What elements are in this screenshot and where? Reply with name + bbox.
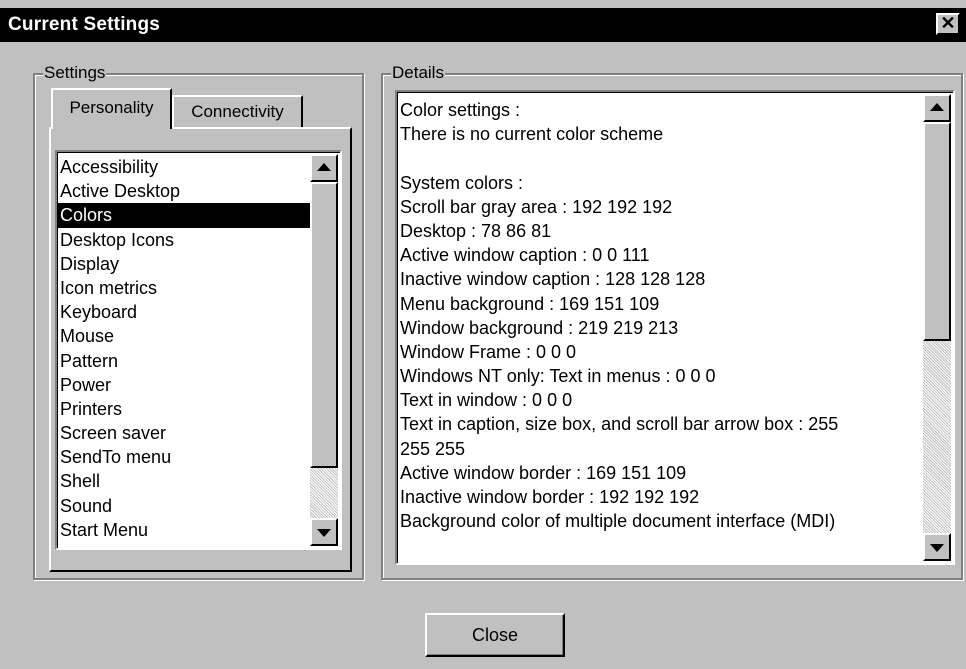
list-item[interactable]: Pattern xyxy=(57,349,310,373)
details-line: Inactive window caption : 128 128 128 xyxy=(400,269,706,290)
list-item[interactable]: Keyboard xyxy=(57,300,310,324)
details-line: Inactive window border : 192 192 192 xyxy=(400,487,700,507)
details-line: Window background : 219 219 213 xyxy=(400,317,679,338)
details-scrollbar[interactable] xyxy=(923,94,951,561)
title-bar[interactable]: Current Settings ✕ xyxy=(0,8,966,42)
settings-list-scrollbar[interactable] xyxy=(310,154,338,546)
list-item[interactable]: Shell xyxy=(57,469,310,493)
window-title: Current Settings xyxy=(8,14,161,35)
details-line: Windows NT only: Text in menus : 0 0 0 xyxy=(400,366,716,387)
details-line: Window Frame : 0 0 0 xyxy=(400,341,577,362)
list-item[interactable]: Start Menu xyxy=(57,518,310,542)
list-item[interactable]: Mouse xyxy=(57,324,310,348)
list-item[interactable]: Sound xyxy=(57,494,310,518)
details-line: Color settings : xyxy=(400,100,521,120)
details-textbox[interactable]: Color settings : There is no current col… xyxy=(395,90,955,565)
list-item-selected[interactable]: Colors xyxy=(57,203,310,228)
list-item[interactable]: Screen saver xyxy=(57,421,310,445)
details-line: Background color of multiple document in… xyxy=(400,511,836,532)
details-line: 255 255 xyxy=(400,438,466,459)
details-line: Desktop : 78 86 81 xyxy=(400,220,552,241)
close-button[interactable]: Close xyxy=(425,613,565,657)
list-item[interactable]: Icon metrics xyxy=(57,276,310,300)
arrow-down-icon xyxy=(930,544,944,552)
scroll-thumb[interactable] xyxy=(923,122,951,341)
list-item[interactable]: Display xyxy=(57,252,310,276)
details-line: There is no current color scheme xyxy=(400,124,664,145)
list-item[interactable]: Accessibility xyxy=(57,155,310,179)
arrow-up-icon xyxy=(930,103,944,111)
list-item[interactable]: Active Desktop xyxy=(57,179,310,203)
tab-connectivity[interactable]: Connectivity xyxy=(172,95,303,127)
details-line: Menu background : 169 151 109 xyxy=(400,293,660,314)
settings-group-label: Settings xyxy=(43,63,107,83)
details-line xyxy=(397,146,917,170)
tab-connectivity-label: Connectivity xyxy=(191,102,284,121)
arrow-down-icon xyxy=(317,529,331,537)
list-item[interactable]: Printers xyxy=(57,397,310,421)
settings-listbox[interactable]: Accessibility Active Desktop Colors Desk… xyxy=(55,150,342,550)
details-line: Active window caption : 0 0 111 xyxy=(400,245,650,266)
scroll-down-button[interactable] xyxy=(310,518,338,546)
scroll-down-button[interactable] xyxy=(923,533,951,561)
scroll-thumb[interactable] xyxy=(310,182,338,468)
settings-list: Accessibility Active Desktop Colors Desk… xyxy=(57,155,310,542)
details-group-label: Details xyxy=(391,63,445,83)
scroll-up-button[interactable] xyxy=(923,94,951,122)
current-settings-window: Current Settings ✕ Settings Personality … xyxy=(0,0,966,669)
list-item[interactable]: Desktop Icons xyxy=(57,228,310,252)
scroll-up-button[interactable] xyxy=(310,154,338,182)
close-icon[interactable]: ✕ xyxy=(936,13,960,35)
details-text: Color settings : There is no current col… xyxy=(397,98,917,533)
tab-personality[interactable]: Personality xyxy=(51,88,172,129)
details-line: System colors : xyxy=(400,172,524,193)
details-line: Active window border : 169 151 109 xyxy=(400,462,687,483)
arrow-up-icon xyxy=(317,163,331,171)
list-item[interactable]: Power xyxy=(57,373,310,397)
details-line: Text in caption, size box, and scroll ba… xyxy=(400,414,839,435)
details-line: Text in window : 0 0 0 xyxy=(400,390,573,411)
tab-personality-label: Personality xyxy=(69,98,154,117)
details-line: Scroll bar gray area : 192 192 192 xyxy=(400,196,673,217)
list-item[interactable]: SendTo menu xyxy=(57,445,310,469)
